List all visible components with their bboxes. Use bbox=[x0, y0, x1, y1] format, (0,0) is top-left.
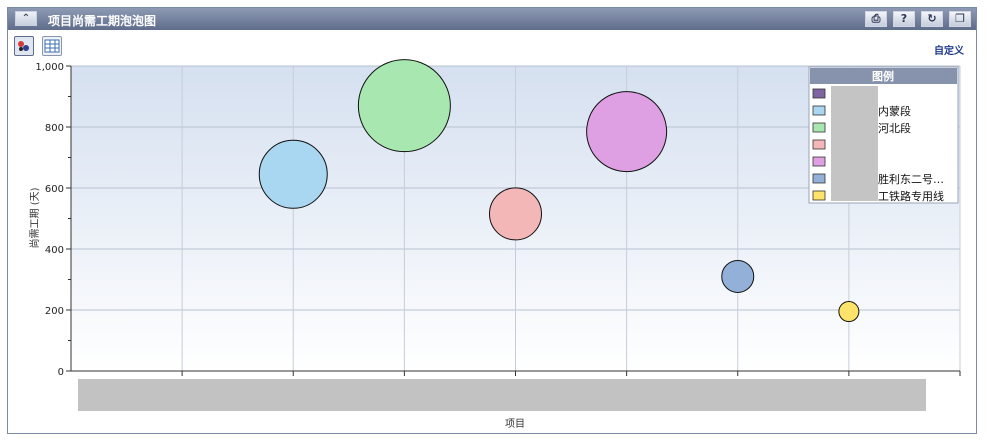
bubble-point[interactable] bbox=[258, 139, 328, 209]
legend: 图例 内蒙段河北段胜利东二号… 工铁路专用线 bbox=[808, 66, 959, 204]
x-axis-label: 项目 bbox=[505, 418, 525, 430]
y-tick-label: 0 bbox=[58, 367, 64, 378]
y-tick-label: 200 bbox=[45, 306, 64, 317]
legend-label: 工铁路专用线 bbox=[878, 189, 944, 203]
bubble-point[interactable] bbox=[489, 187, 542, 241]
bubble-point[interactable] bbox=[586, 91, 668, 173]
bubble-point[interactable] bbox=[838, 301, 860, 323]
y-tick-label: 600 bbox=[45, 184, 64, 195]
bubble-point[interactable] bbox=[721, 259, 755, 293]
bubble-point[interactable] bbox=[357, 59, 451, 153]
y-axis-label: 尚需工期 (天) bbox=[28, 187, 41, 248]
legend-label: 胜利东二号… bbox=[878, 172, 944, 186]
y-tick-label: 400 bbox=[45, 245, 64, 256]
legend-label: 河北段 bbox=[878, 121, 911, 135]
legend-title: 图例 bbox=[872, 69, 894, 83]
legend-swatch bbox=[812, 190, 826, 201]
redacted-x-tick-labels bbox=[78, 379, 926, 411]
bubble-chart: 0 200 400 600 800 1,000 尚需工期 (天) 项目 图例 内蒙段河北段… bbox=[28, 59, 961, 430]
legend-swatch bbox=[812, 88, 826, 99]
legend-swatch bbox=[812, 122, 826, 133]
y-tick-label: 1,000 bbox=[35, 62, 64, 73]
legend-swatch bbox=[812, 156, 826, 167]
legend-redaction bbox=[831, 86, 878, 201]
legend-swatch bbox=[812, 173, 826, 184]
legend-label: 内蒙段 bbox=[878, 104, 911, 118]
legend-swatch bbox=[812, 139, 826, 150]
legend-swatch bbox=[812, 105, 826, 116]
y-tick-label: 800 bbox=[45, 123, 64, 134]
